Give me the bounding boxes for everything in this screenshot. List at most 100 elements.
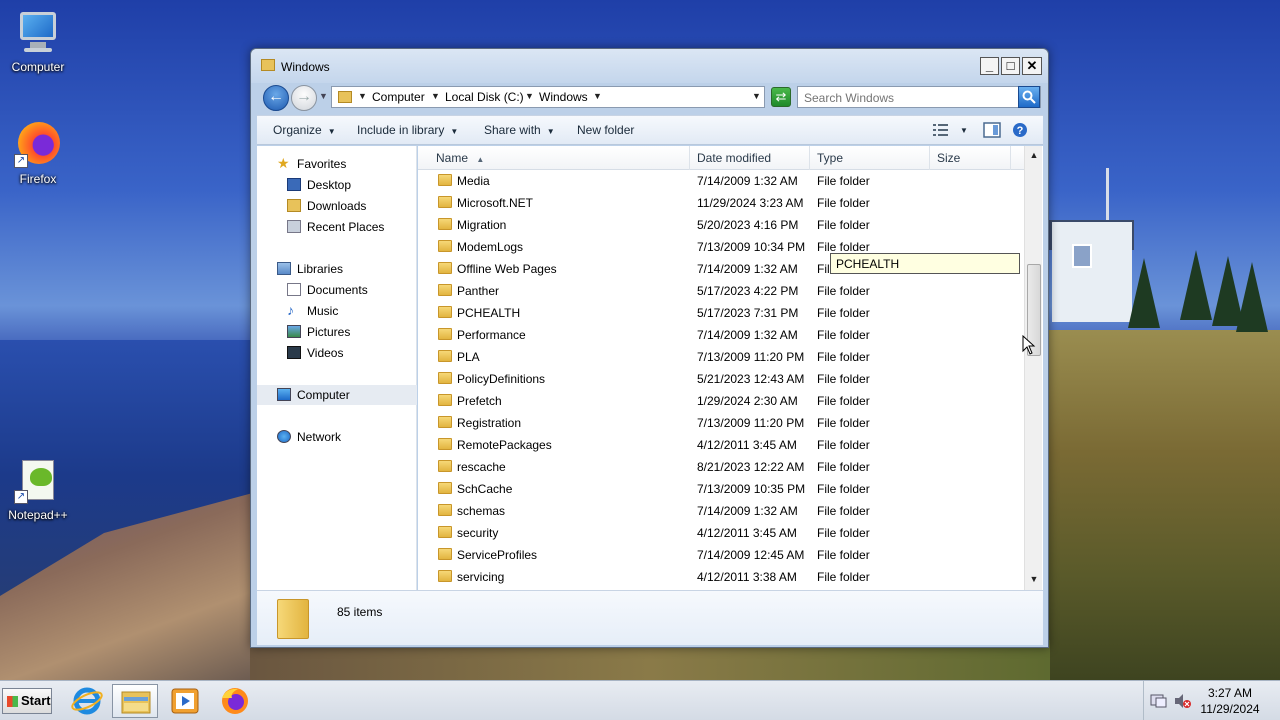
desktop-icon-firefox[interactable]: ↗ Firefox xyxy=(0,120,76,186)
table-row[interactable]: PLA 7/13/2009 11:20 PM File folder xyxy=(418,346,1024,368)
table-row[interactable]: ServiceProfiles 7/14/2009 12:45 AM File fo… xyxy=(418,544,1024,566)
file-name: SchCache xyxy=(457,482,513,496)
table-row[interactable]: rescache 8/21/2023 12:22 AM File folder xyxy=(418,456,1024,478)
file-name: PolicyDefinitions xyxy=(457,372,546,386)
nav-desktop[interactable]: Desktop xyxy=(257,175,417,195)
table-row[interactable]: schemas 7/14/2009 1:32 AM File folder xyxy=(418,500,1024,522)
scroll-down-button[interactable]: ▼ xyxy=(1026,571,1042,587)
file-type: File folder xyxy=(817,306,870,320)
file-name: ServiceProfiles xyxy=(457,548,538,562)
file-name: PLA xyxy=(457,350,480,364)
nav-videos[interactable]: Videos xyxy=(257,343,417,363)
taskbar-media-player[interactable] xyxy=(162,684,208,718)
column-date-modified[interactable]: Date modified xyxy=(691,146,810,170)
file-type: File folder xyxy=(817,548,870,562)
vertical-scrollbar[interactable]: ▲ ▼ xyxy=(1024,146,1042,590)
nav-favorites[interactable]: ★ Favorites xyxy=(257,154,417,174)
maximize-button[interactable]: □ xyxy=(1001,57,1020,75)
address-bar[interactable]: ▼ Computer ▼ Local Disk (C:) ▼ Windows ▼… xyxy=(331,86,765,108)
scroll-up-button[interactable]: ▲ xyxy=(1026,147,1042,163)
nav-libraries[interactable]: Libraries xyxy=(257,259,417,279)
table-row[interactable]: Panther 5/17/2023 4:22 PM File folder xyxy=(418,280,1024,302)
nav-downloads[interactable]: Downloads xyxy=(257,196,417,216)
computer-icon xyxy=(277,388,291,401)
item-count: 85 items xyxy=(337,605,383,619)
taskbar-internet-explorer[interactable] xyxy=(64,684,110,718)
refresh-button[interactable]: ⇄ xyxy=(771,87,791,107)
column-size[interactable]: Size xyxy=(931,146,1011,170)
file-date: 1/29/2024 2:30 AM xyxy=(697,394,798,408)
folder-icon xyxy=(438,350,452,362)
nav-music[interactable]: ♪ Music xyxy=(257,301,417,321)
file-name: servicing xyxy=(457,570,505,584)
close-button[interactable]: ✕ xyxy=(1022,57,1042,75)
shortcut-arrow-icon: ↗ xyxy=(14,154,28,168)
organize-menu[interactable]: Organize ▼ xyxy=(273,123,336,137)
file-date: 4/12/2011 3:45 AM xyxy=(697,526,797,540)
folder-icon xyxy=(438,262,452,274)
minimize-button[interactable]: _ xyxy=(980,57,999,75)
breadcrumb-computer[interactable]: Computer xyxy=(372,90,425,104)
table-row[interactable]: PCHEALTH 5/17/2023 7:31 PM File folder xyxy=(418,302,1024,324)
help-button[interactable]: ? xyxy=(1012,122,1030,138)
file-name: Media xyxy=(457,174,490,188)
nav-computer[interactable]: Computer xyxy=(257,385,417,405)
start-button[interactable]: Start xyxy=(2,688,52,714)
desktop-icon-computer[interactable]: Computer xyxy=(0,8,76,74)
table-row[interactable]: security 4/12/2011 3:45 AM File folder xyxy=(418,522,1024,544)
chevron-down-icon[interactable]: ▼ xyxy=(593,91,602,101)
chevron-down-icon[interactable]: ▼ xyxy=(358,91,367,101)
file-date: 11/29/2024 3:23 AM xyxy=(697,196,804,210)
recent-pages-dropdown[interactable]: ▼ xyxy=(319,91,328,101)
view-dropdown[interactable]: ▼ xyxy=(960,126,968,135)
table-row[interactable]: Media 7/14/2009 1:32 AM File folder xyxy=(418,170,1024,192)
folder-icon xyxy=(438,548,452,560)
table-row[interactable]: Performance 7/14/2009 1:32 AM File folder xyxy=(418,324,1024,346)
table-row[interactable]: Migration 5/20/2023 4:16 PM File folder xyxy=(418,214,1024,236)
column-name[interactable]: Name ▲ xyxy=(418,146,690,170)
chevron-down-icon[interactable]: ▼ xyxy=(431,91,440,101)
column-name-label: Name xyxy=(436,151,469,165)
table-row[interactable]: PolicyDefinitions 5/21/2023 12:43 AM File … xyxy=(418,368,1024,390)
nav-recent-places[interactable]: Recent Places xyxy=(257,217,417,237)
address-history-dropdown[interactable]: ▼ xyxy=(752,91,761,101)
file-name: RemotePackages xyxy=(457,438,552,452)
back-button[interactable]: ← xyxy=(263,85,289,111)
search-input[interactable] xyxy=(804,90,1014,105)
table-row[interactable]: Prefetch 1/29/2024 2:30 AM File folder xyxy=(418,390,1024,412)
nav-network[interactable]: Network xyxy=(257,427,417,447)
table-row[interactable]: Microsoft.NET 11/29/2024 3:23 AM File fold… xyxy=(418,192,1024,214)
include-in-library-menu[interactable]: Include in library ▼ xyxy=(357,123,458,137)
table-row[interactable]: RemotePackages 4/12/2011 3:45 AM File fold… xyxy=(418,434,1024,456)
folder-icon xyxy=(338,91,352,103)
view-options-button[interactable] xyxy=(932,122,950,138)
action-center-icon[interactable] xyxy=(1150,693,1168,709)
file-type: File folder xyxy=(817,240,870,254)
search-button[interactable] xyxy=(1018,86,1040,108)
details-view-icon xyxy=(933,124,948,136)
preview-pane-button[interactable] xyxy=(983,122,1001,138)
nav-pictures[interactable]: Pictures xyxy=(257,322,417,342)
taskbar-firefox[interactable] xyxy=(212,684,258,718)
nav-documents[interactable]: Documents xyxy=(257,280,417,300)
desktop-icon-notepadpp[interactable]: ↗ Notepad++ xyxy=(0,456,76,522)
search-box[interactable] xyxy=(797,86,1041,108)
chevron-down-icon[interactable]: ▼ xyxy=(525,91,534,101)
share-with-menu[interactable]: Share with ▼ xyxy=(484,123,555,137)
forward-button[interactable]: → xyxy=(291,85,317,111)
breadcrumb-local-disk[interactable]: Local Disk (C:) xyxy=(445,90,524,104)
organize-label: Organize xyxy=(273,123,322,137)
table-row[interactable]: Registration 7/13/2009 11:20 PM File folde… xyxy=(418,412,1024,434)
table-row[interactable]: SchCache 7/13/2009 10:35 PM File folder xyxy=(418,478,1024,500)
new-folder-button[interactable]: New folder xyxy=(577,123,634,137)
table-row[interactable]: servicing 4/12/2011 3:38 AM File folder xyxy=(418,566,1024,588)
breadcrumb-windows[interactable]: Windows xyxy=(539,90,588,104)
file-type: File folder xyxy=(817,218,870,232)
folder-icon xyxy=(438,394,452,406)
folder-icon xyxy=(438,526,452,538)
system-clock[interactable]: 3:27 AM 11/29/2024 xyxy=(1188,685,1272,717)
clock-date: 11/29/2024 xyxy=(1200,702,1260,716)
column-type[interactable]: Type xyxy=(811,146,930,170)
taskbar-windows-explorer[interactable] xyxy=(112,684,158,718)
title-bar[interactable]: Windows _ □ ✕ xyxy=(251,49,1048,83)
